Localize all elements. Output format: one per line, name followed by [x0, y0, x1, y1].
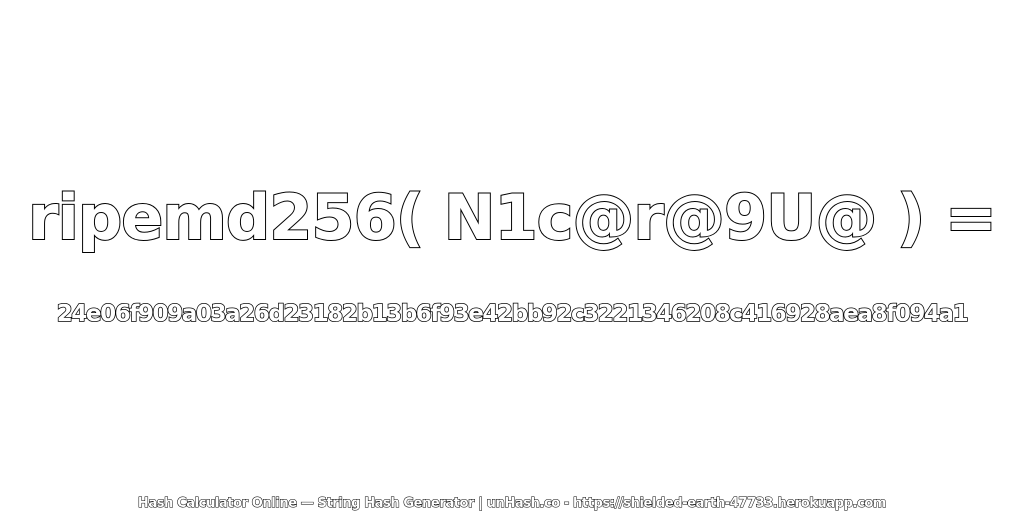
site-footer: Hash Calculator Online — String Hash Gen…	[137, 496, 887, 512]
hash-expression-heading: ripemd256( N1c@r@9U@ ) =	[27, 180, 998, 255]
hash-result: 24e06f909a03a26d23182b13b6f93e42bb92c322…	[56, 300, 969, 328]
